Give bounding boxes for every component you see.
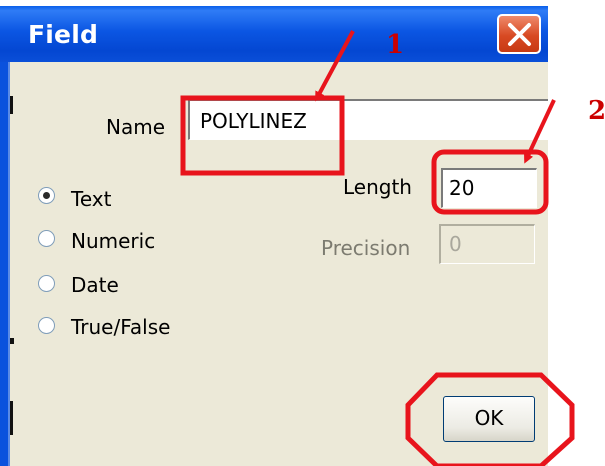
annotation-label-1: 1: [386, 30, 405, 60]
arrow-1: [315, 30, 355, 102]
annotation-overlay: [180, 30, 575, 466]
ok-highlight-octagon: [405, 372, 575, 466]
annotation-label-2: 2: [588, 96, 605, 126]
length-highlight-box: [431, 149, 549, 215]
name-highlight-box: [180, 95, 345, 176]
